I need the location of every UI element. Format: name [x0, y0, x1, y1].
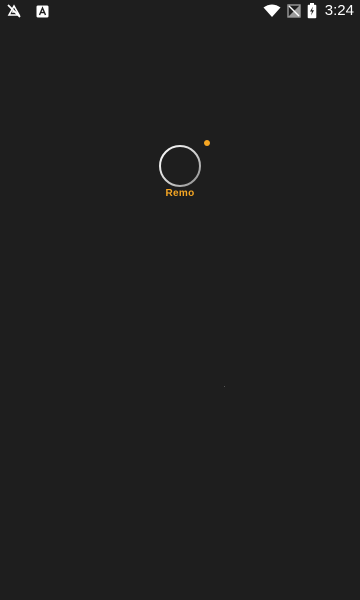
- splash-screen: 3:24 Remo: [0, 0, 360, 600]
- app-notification-icon: [36, 5, 49, 18]
- status-bar: 3:24: [0, 0, 360, 22]
- battery-charging-icon: [307, 3, 317, 19]
- ring-icon: [158, 144, 202, 188]
- brand-logo: Remo: [150, 136, 220, 206]
- notification-off-icon: [6, 3, 22, 19]
- status-time: 3:24: [324, 2, 354, 19]
- wifi-icon: [263, 4, 281, 18]
- brand-name: Remo: [165, 188, 195, 199]
- no-signal-icon: [287, 4, 301, 18]
- accent-dot-icon: [204, 140, 210, 146]
- loading-indicator: [224, 386, 225, 387]
- status-bar-right: 3:24: [263, 2, 354, 20]
- status-bar-left: [6, 3, 49, 19]
